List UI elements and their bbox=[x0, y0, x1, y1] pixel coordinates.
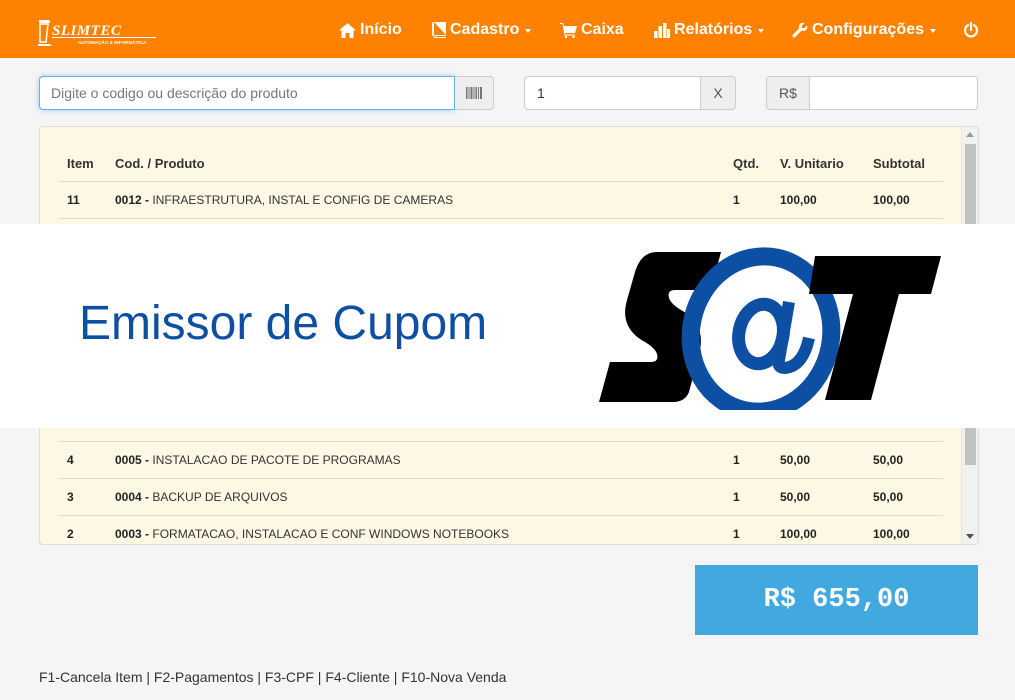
nav-inicio-label: Início bbox=[360, 21, 402, 38]
header-produto: Cod. / Produto bbox=[115, 156, 205, 171]
row-code: 0003 bbox=[115, 527, 142, 541]
row-description: INSTALACAO DE PACOTE DE PROGRAMAS bbox=[152, 453, 401, 467]
nav-relatorios-label: Relatórios bbox=[674, 21, 753, 38]
row-product: 0003 - FORMATACAO, INSTALACAO E CONF WIN… bbox=[115, 527, 510, 541]
barcode-icon bbox=[466, 87, 482, 99]
row-product: 0005 - INSTALACAO DE PACOTE DE PROGRAMAS bbox=[115, 453, 401, 467]
header-item: Item bbox=[67, 156, 94, 171]
chevron-down-icon bbox=[525, 29, 532, 33]
row-subtotal: 100,00 bbox=[873, 193, 910, 207]
header-divider bbox=[59, 181, 943, 182]
quantity-multiply-addon[interactable]: X bbox=[700, 76, 736, 110]
row-divider bbox=[59, 218, 943, 219]
row-code: 0004 bbox=[115, 490, 142, 504]
row-subtotal: 50,00 bbox=[873, 490, 904, 504]
total-display: R$ 655,00 bbox=[695, 565, 978, 635]
nav-cadastro-label: Cadastro bbox=[450, 21, 520, 38]
row-description: INFRAESTRUTURA, INSTAL E CONFIG DE CAMER… bbox=[152, 193, 454, 207]
cart-icon bbox=[560, 22, 577, 38]
row-description: BACKUP DE ARQUIVOS bbox=[152, 490, 288, 504]
scroll-down-icon[interactable] bbox=[966, 534, 974, 539]
home-icon bbox=[339, 22, 356, 38]
scroll-thumb[interactable] bbox=[965, 144, 976, 224]
currency-prefix: R$ bbox=[766, 76, 810, 110]
svg-text:SLIMTEC: SLIMTEC bbox=[52, 23, 122, 39]
header-qtd: Qtd. bbox=[733, 156, 759, 171]
row-item-number: 11 bbox=[67, 193, 80, 207]
row-item-number: 2 bbox=[67, 527, 74, 541]
svg-text:AUTOMAÇÃO & INFORMÁTICA: AUTOMAÇÃO & INFORMÁTICA bbox=[78, 39, 147, 45]
nav-inicio[interactable]: Início bbox=[339, 19, 402, 41]
row-description: FORMATACAO, INSTALACAO E CONF WINDOWS NO… bbox=[152, 527, 510, 541]
row-product: 0004 - BACKUP DE ARQUIVOS bbox=[115, 490, 288, 504]
row-divider bbox=[59, 478, 943, 479]
nav-caixa[interactable]: Caixa bbox=[560, 19, 624, 41]
keyboard-shortcuts-bar: F1-Cancela Item | F2-Pagamentos | F3-CPF… bbox=[39, 669, 507, 685]
row-item-number: 3 bbox=[67, 490, 74, 504]
header-unitario: V. Unitario bbox=[780, 156, 844, 171]
logout-button[interactable] bbox=[963, 19, 979, 41]
nav-caixa-label: Caixa bbox=[581, 21, 624, 38]
row-divider bbox=[59, 515, 943, 516]
row-code: 0005 bbox=[115, 453, 142, 467]
row-divider bbox=[59, 441, 943, 442]
top-navbar: SLIMTEC AUTOMAÇÃO & INFORMÁTICA Início C… bbox=[0, 0, 1015, 58]
row-subtotal: 100,00 bbox=[873, 527, 910, 541]
row-unit-price: 100,00 bbox=[780, 193, 817, 207]
book-icon bbox=[432, 22, 446, 38]
wrench-icon bbox=[792, 22, 808, 38]
price-input[interactable] bbox=[809, 76, 978, 110]
nav-configuracoes[interactable]: Configurações bbox=[792, 19, 937, 41]
row-unit-price: 50,00 bbox=[780, 453, 811, 467]
nav-cadastro[interactable]: Cadastro bbox=[432, 19, 532, 41]
scroll-up-icon[interactable] bbox=[966, 132, 974, 137]
sat-logo bbox=[599, 247, 941, 410]
nav-relatorios[interactable]: Relatórios bbox=[654, 19, 765, 41]
row-unit-price: 100,00 bbox=[780, 527, 817, 541]
slimtec-logo[interactable]: SLIMTEC AUTOMAÇÃO & INFORMÁTICA bbox=[38, 18, 160, 48]
barcode-button[interactable] bbox=[455, 76, 494, 110]
scroll-thumb[interactable] bbox=[965, 425, 976, 465]
chevron-down-icon bbox=[930, 29, 937, 33]
chevron-down-icon bbox=[758, 29, 765, 33]
row-item-number: 4 bbox=[67, 453, 74, 467]
quantity-input[interactable] bbox=[524, 76, 701, 110]
row-subtotal: 50,00 bbox=[873, 453, 904, 467]
row-product: 0012 - INFRAESTRUTURA, INSTAL E CONFIG D… bbox=[115, 193, 454, 207]
sat-banner: Emissor de Cupom bbox=[0, 224, 1015, 428]
banner-title: Emissor de Cupom bbox=[79, 297, 488, 350]
bar-chart-icon bbox=[654, 22, 670, 38]
row-qtd: 1 bbox=[733, 193, 740, 207]
nav-configuracoes-label: Configurações bbox=[812, 21, 925, 38]
row-qtd: 1 bbox=[733, 527, 740, 541]
product-search-input[interactable] bbox=[39, 76, 455, 110]
row-code: 0012 bbox=[115, 193, 142, 207]
row-qtd: 1 bbox=[733, 490, 740, 504]
row-unit-price: 50,00 bbox=[780, 490, 811, 504]
row-qtd: 1 bbox=[733, 453, 740, 467]
power-icon bbox=[963, 22, 979, 38]
header-subtotal: Subtotal bbox=[873, 156, 925, 171]
